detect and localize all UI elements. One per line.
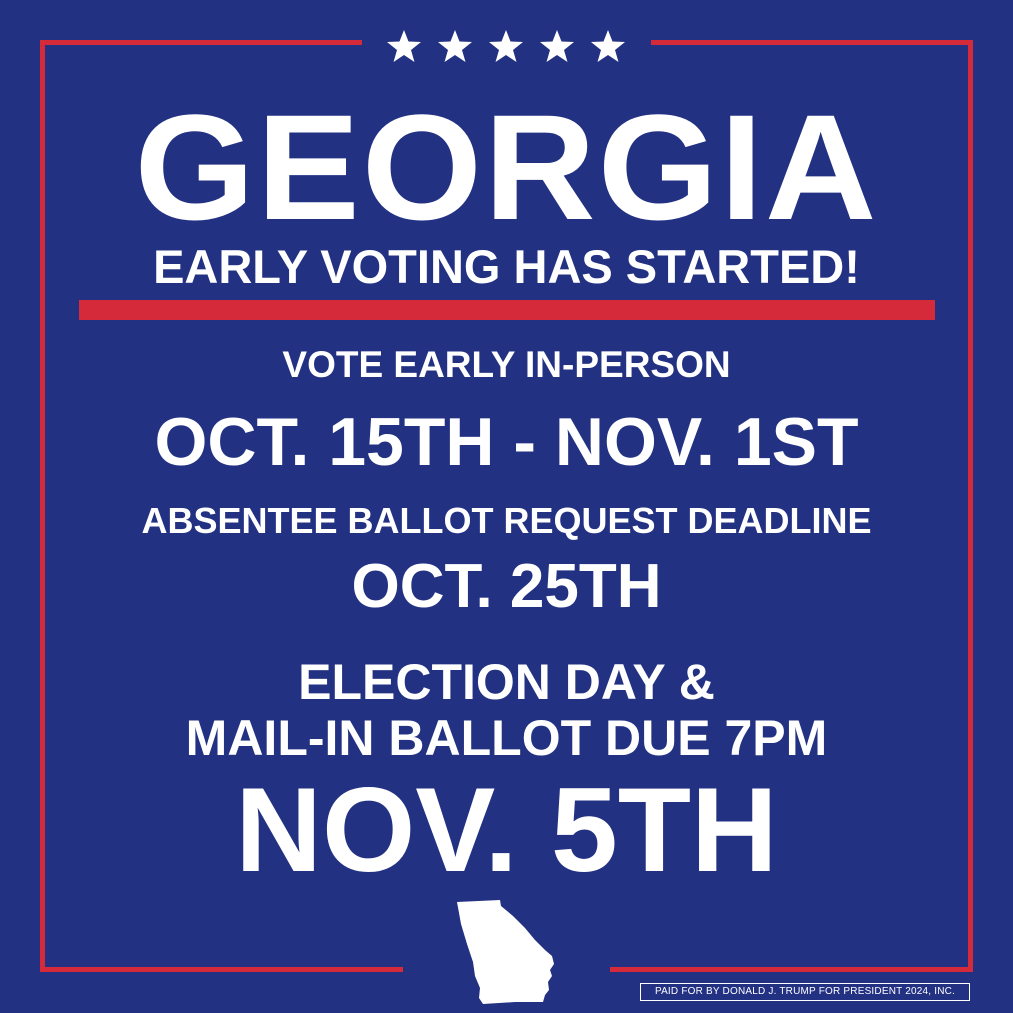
frame-top-right — [651, 40, 973, 45]
frame-top-left — [40, 40, 362, 45]
georgia-state-icon — [457, 900, 554, 1004]
election-line-2: MAIL-IN BALLOT DUE 7PM — [185, 710, 828, 766]
campaign-poster: ★★★★★ GEORGIA EARLY VOTING HAS STARTED! … — [0, 0, 1013, 1013]
divider — [79, 300, 935, 320]
paid-for-disclaimer: PAID FOR BY DONALD J. TRUMP FOR PRESIDEN… — [640, 983, 970, 1001]
absentee-date: OCT. 25TH — [351, 552, 662, 621]
frame-bottom-right — [610, 967, 973, 972]
frame-bottom-left — [40, 967, 403, 972]
early-dates: OCT. 15TH - NOV. 1ST — [154, 404, 859, 480]
headline: EARLY VOTING HAS STARTED! — [153, 240, 860, 293]
star-icon — [387, 30, 625, 62]
absentee-label: ABSENTEE BALLOT REQUEST DEADLINE — [141, 500, 872, 541]
state-title: GEORGIA — [134, 83, 879, 251]
election-line-1: ELECTION DAY & — [298, 654, 715, 710]
election-date: NOV. 5TH — [235, 763, 778, 897]
early-label: VOTE EARLY IN-PERSON — [282, 344, 731, 385]
